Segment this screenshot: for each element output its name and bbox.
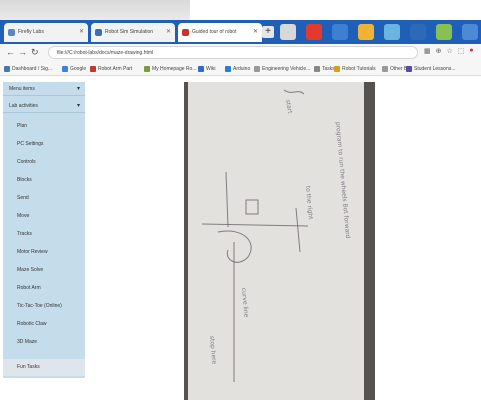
address-bar[interactable]: file:///C:/robot-labs/docs/maze-drawing.… xyxy=(48,46,418,59)
annotation-text: stop here xyxy=(208,336,217,365)
bookmark-item[interactable]: My Homepage Ro... xyxy=(144,64,196,74)
star-icon[interactable]: ☆ xyxy=(447,47,453,55)
sidebar-header-label: Menu items xyxy=(9,86,35,92)
bookmark-item[interactable]: Robot Arm Part xyxy=(90,64,132,74)
annotation-text: curve line xyxy=(240,288,250,318)
forward-icon[interactable]: → xyxy=(18,47,27,57)
browser-tab-1[interactable]: Firefly Labs ✕ xyxy=(4,23,88,42)
bookmark-item[interactable]: Student Lessons... xyxy=(406,64,455,74)
sidebar: Menu items ▾ Lab activities ▾ Plan PC Se… xyxy=(3,82,85,378)
sidebar-item[interactable]: Robotic Claw xyxy=(3,316,85,333)
tab-label: Guided tour of robot xyxy=(192,29,237,35)
pencil-drawing: start program to run the wheels Bot forw… xyxy=(201,89,351,382)
tab-label: Robot Sim Simulation xyxy=(105,29,154,35)
tab-favicon-icon xyxy=(182,29,189,36)
drawing-mark xyxy=(283,89,305,95)
annotation-text: to the right xyxy=(304,186,314,221)
sidebar-item[interactable]: 3D Maze xyxy=(3,334,85,351)
files-icon[interactable] xyxy=(358,24,374,40)
sidebar-section-header[interactable]: Lab activities ▾ xyxy=(3,99,85,113)
app-icon[interactable] xyxy=(280,24,296,40)
bookmark-item[interactable]: Wiki xyxy=(198,64,215,74)
drawing-box xyxy=(245,199,259,215)
chevron-down-icon: ▾ xyxy=(76,103,80,109)
bookmark-item[interactable]: Robot Tutorials xyxy=(334,64,376,74)
sidebar-item[interactable]: Motor Review xyxy=(3,244,85,261)
address-icons: ▦ ⊕ ☆ ⬚ ● ⋮ xyxy=(424,47,481,55)
browser-tab-3[interactable]: Guided tour of robot ✕ xyxy=(178,23,262,42)
bookmark-item[interactable]: Google xyxy=(62,64,86,74)
sidebar-section-label: Lab activities xyxy=(9,103,38,109)
sidebar-item[interactable]: Maze Solve xyxy=(3,262,85,279)
chevron-down-icon: ▾ xyxy=(76,86,80,92)
bookmark-item[interactable]: Arduino xyxy=(225,64,250,74)
app-icon[interactable] xyxy=(410,24,426,40)
sidebar-item[interactable]: Tracks xyxy=(3,226,85,243)
sidebar-item[interactable]: Send xyxy=(3,190,85,207)
close-tab-icon[interactable]: ✕ xyxy=(166,23,171,42)
close-tab-icon[interactable]: ✕ xyxy=(253,23,258,42)
sidebar-menu-header[interactable]: Menu items ▾ xyxy=(3,82,85,96)
app-icon[interactable] xyxy=(384,24,400,40)
new-tab-button[interactable]: + xyxy=(262,26,274,38)
tab-favicon-icon xyxy=(8,29,15,36)
app-icon[interactable] xyxy=(462,24,478,40)
drawing-line xyxy=(295,207,301,253)
back-icon[interactable]: ← xyxy=(6,47,15,57)
tab-favicon-icon xyxy=(95,29,102,36)
app-icon[interactable] xyxy=(436,24,452,40)
bookmark-item[interactable]: Dashboard / Sig... xyxy=(4,64,52,74)
sidebar-item[interactable]: Robot Arm xyxy=(3,280,85,297)
right-edge xyxy=(472,82,481,405)
browser-tab-2[interactable]: Robot Sim Simulation ✕ xyxy=(91,23,175,42)
drawing-curve xyxy=(217,230,252,263)
close-tab-icon[interactable]: ✕ xyxy=(79,23,84,42)
tab-label: Firefly Labs xyxy=(18,29,44,35)
reload-icon[interactable]: ↻ xyxy=(31,47,39,58)
annotation-text: start xyxy=(284,99,293,115)
sidebar-item[interactable]: PC Settings xyxy=(3,136,85,153)
sidebar-item[interactable]: Tic-Tac-Toe (Online) xyxy=(3,298,85,315)
window-shadow xyxy=(0,0,190,20)
profile-icon[interactable]: ● xyxy=(469,47,473,55)
chrome-icon[interactable] xyxy=(306,24,322,40)
sidebar-item-selected[interactable]: Fun Tasks xyxy=(3,359,85,376)
drawing-line xyxy=(225,171,229,228)
drawing-line xyxy=(201,223,309,227)
bookmark-item[interactable]: Tasks xyxy=(314,64,335,74)
sidebar-item[interactable]: Blocks xyxy=(3,172,85,189)
extension-icon[interactable]: ⬚ xyxy=(458,47,465,55)
translate-icon[interactable]: ▦ xyxy=(424,47,431,55)
taskbar-icons xyxy=(280,24,481,40)
bookmark-item[interactable]: Engineering Vehicle... xyxy=(254,64,310,74)
sidebar-item[interactable]: Move xyxy=(3,208,85,225)
sidebar-item[interactable]: Plan xyxy=(3,118,85,135)
folder-icon[interactable] xyxy=(332,24,348,40)
sidebar-item[interactable]: Controls xyxy=(3,154,85,171)
annotation-text: program to run the wheels Bot forward xyxy=(334,122,351,239)
paper-image: start program to run the wheels Bot forw… xyxy=(188,82,364,400)
zoom-icon[interactable]: ⊕ xyxy=(436,47,442,55)
